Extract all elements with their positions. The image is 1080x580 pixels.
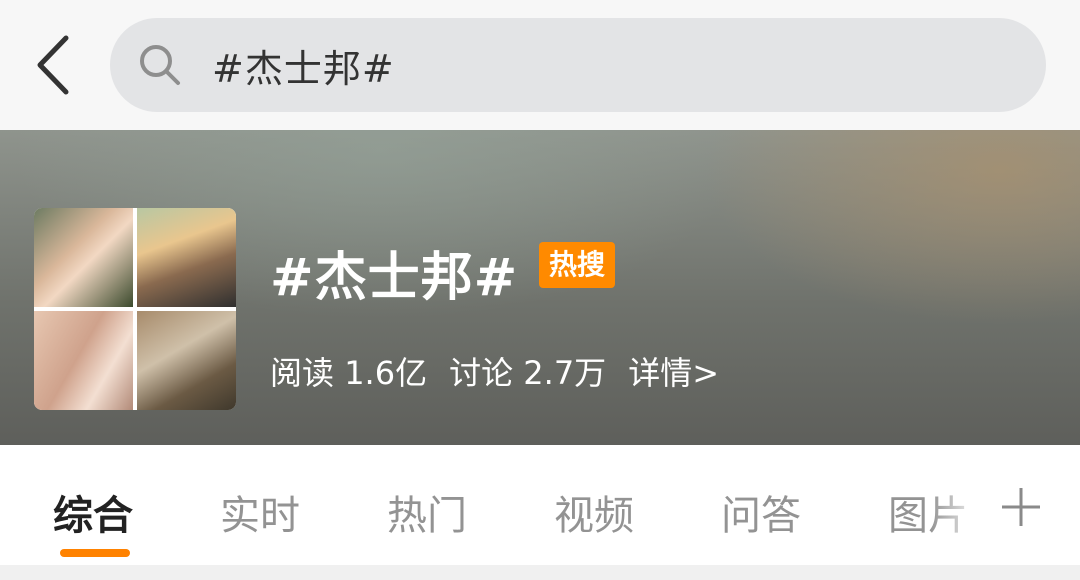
cover-thumbnail [137, 311, 236, 410]
tab-realtime[interactable]: 实时 [220, 483, 300, 541]
topic-cover-image[interactable] [34, 208, 236, 410]
tab-hot[interactable]: 热门 [387, 483, 467, 541]
add-tab-button[interactable] [996, 482, 1046, 532]
search-input[interactable]: #杰士邦# [110, 18, 1046, 112]
cover-thumbnail [137, 208, 236, 307]
tab-qa[interactable]: 问答 [721, 483, 801, 541]
details-link[interactable]: 详情> [628, 348, 719, 394]
tab-comprehensive[interactable]: 综合 [53, 483, 133, 541]
reads-stat: 阅读 1.6亿 [270, 348, 427, 394]
cover-thumbnail [34, 208, 133, 307]
topic-title: #杰士邦# [270, 248, 519, 308]
topic-header: #杰士邦# 热搜 阅读 1.6亿 讨论 2.7万 详情> [0, 130, 1080, 445]
search-icon [136, 41, 184, 89]
chevron-left-icon [37, 35, 69, 95]
top-bar: #杰士邦# [0, 0, 1080, 130]
content-divider [0, 565, 1080, 580]
tab-bar: 综合 实时 热门 视频 问答 图片 [0, 445, 1080, 565]
hot-search-badge: 热搜 [539, 242, 616, 288]
back-button[interactable] [30, 32, 80, 98]
tab-images[interactable]: 图片 [888, 483, 968, 541]
discussions-value: 2.7万 [523, 354, 607, 392]
search-query-text: #杰士邦# [212, 46, 395, 91]
discussions-stat: 讨论 2.7万 [449, 348, 606, 394]
tab-video[interactable]: 视频 [554, 483, 634, 541]
reads-value: 1.6亿 [344, 354, 428, 392]
active-tab-indicator [60, 549, 130, 557]
reads-label: 阅读 [270, 354, 335, 392]
cover-thumbnail [34, 311, 133, 410]
topic-stats: 阅读 1.6亿 讨论 2.7万 详情> [270, 348, 719, 394]
plus-icon [1002, 488, 1040, 526]
discussions-label: 讨论 [449, 354, 514, 392]
